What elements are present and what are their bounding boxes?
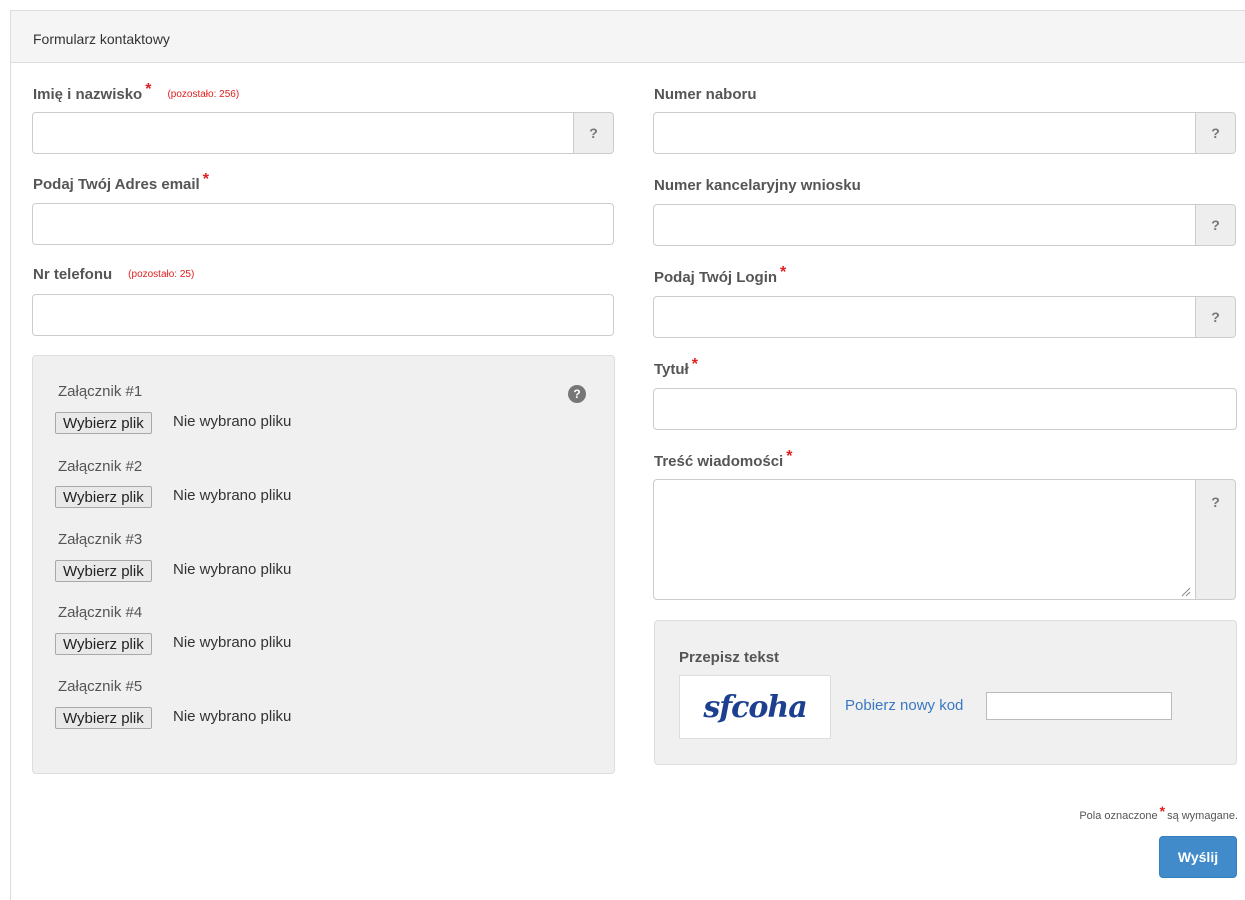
required-mark: * bbox=[780, 264, 787, 281]
application-number-help-button[interactable]: ? bbox=[1196, 204, 1236, 246]
captcha-image: sfcoha bbox=[679, 675, 831, 739]
application-number-input[interactable] bbox=[653, 204, 1196, 246]
file-status: Nie wybrano pliku bbox=[173, 413, 292, 430]
title-label-text: Tytuł bbox=[654, 361, 689, 378]
message-label: Treść wiadomości * bbox=[654, 448, 792, 471]
choose-file-button[interactable]: Wybierz plik bbox=[55, 560, 152, 582]
choose-file-button[interactable]: Wybierz plik bbox=[55, 412, 152, 434]
phone-label-text: Nr telefonu bbox=[33, 266, 113, 283]
resize-grip-icon[interactable] bbox=[1181, 587, 1191, 597]
email-label: Podaj Twój Adres email * bbox=[33, 171, 209, 194]
required-mark: * bbox=[691, 356, 698, 373]
required-note-prefix: Pola oznaczone bbox=[1079, 810, 1158, 822]
required-mark: * bbox=[145, 81, 152, 98]
phone-remaining-counter: (pozostało: 25) bbox=[128, 269, 195, 280]
panel-heading: Formularz kontaktowy bbox=[11, 11, 1245, 63]
login-label: Podaj Twój Login * bbox=[654, 264, 786, 287]
captcha-input[interactable] bbox=[986, 692, 1172, 720]
required-mark: * bbox=[1159, 803, 1166, 819]
file-status: Nie wybrano pliku bbox=[173, 708, 292, 725]
email-label-text: Podaj Twój Adres email bbox=[33, 176, 200, 193]
phone-input[interactable] bbox=[32, 294, 614, 336]
attachment-label: Załącznik #3 bbox=[58, 531, 143, 548]
required-mark: * bbox=[202, 171, 209, 188]
application-number-label: Numer kancelaryjny wniosku bbox=[654, 177, 861, 194]
name-help-button[interactable]: ? bbox=[574, 112, 614, 154]
attachment-label: Załącznik #1 bbox=[58, 383, 143, 400]
name-label: Imię i nazwisko * (pozostało: 256) bbox=[33, 81, 240, 104]
title-label: Tytuł * bbox=[654, 356, 698, 379]
file-status: Nie wybrano pliku bbox=[173, 561, 292, 578]
attachment-label: Załącznik #4 bbox=[58, 604, 143, 621]
title-input[interactable] bbox=[653, 388, 1237, 430]
attachment-label: Załącznik #2 bbox=[58, 458, 143, 475]
call-number-label: Numer naboru bbox=[654, 86, 757, 103]
email-input[interactable] bbox=[32, 203, 614, 245]
required-fields-note: Pola oznaczone * są wymagane. bbox=[1079, 803, 1238, 822]
login-input[interactable] bbox=[653, 296, 1196, 338]
login-label-text: Podaj Twój Login bbox=[654, 269, 778, 286]
phone-label: Nr telefonu (pozostało: 25) bbox=[33, 266, 194, 283]
message-label-text: Treść wiadomości bbox=[654, 453, 784, 470]
choose-file-button[interactable]: Wybierz plik bbox=[55, 486, 152, 508]
call-number-help-button[interactable]: ? bbox=[1196, 112, 1236, 154]
submit-button[interactable]: Wyślij bbox=[1159, 836, 1237, 878]
refresh-captcha-link[interactable]: Pobierz nowy kod bbox=[845, 697, 963, 714]
login-help-button[interactable]: ? bbox=[1196, 296, 1236, 338]
required-mark: * bbox=[786, 448, 793, 465]
name-remaining-counter: (pozostało: 256) bbox=[167, 89, 240, 100]
required-note-suffix: są wymagane. bbox=[1167, 810, 1238, 822]
message-help-button[interactable]: ? bbox=[1196, 479, 1236, 600]
file-status: Nie wybrano pliku bbox=[173, 634, 292, 651]
choose-file-button[interactable]: Wybierz plik bbox=[55, 707, 152, 729]
name-label-text: Imię i nazwisko bbox=[33, 86, 143, 103]
panel-title: Formularz kontaktowy bbox=[33, 31, 170, 47]
captcha-label: Przepisz tekst bbox=[679, 649, 780, 666]
choose-file-button[interactable]: Wybierz plik bbox=[55, 633, 152, 655]
message-textarea[interactable] bbox=[653, 479, 1196, 600]
question-circle-icon[interactable]: ? bbox=[568, 385, 586, 403]
file-status: Nie wybrano pliku bbox=[173, 487, 292, 504]
name-input[interactable] bbox=[32, 112, 574, 154]
call-number-input[interactable] bbox=[653, 112, 1196, 154]
attachment-label: Załącznik #5 bbox=[58, 678, 143, 695]
